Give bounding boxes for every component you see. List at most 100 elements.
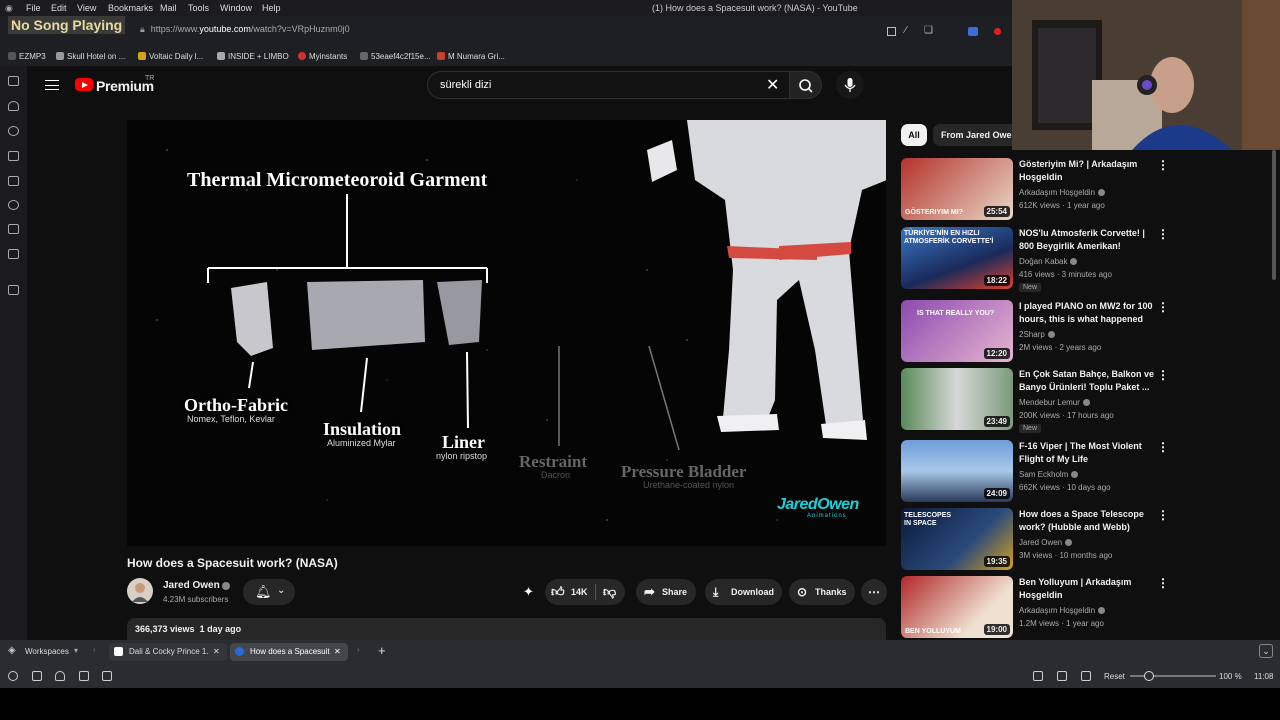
related-title[interactable]: How does a Space Telescope work? (Hubble… (1019, 508, 1159, 534)
hamburger-menu-icon[interactable] (45, 80, 59, 90)
window-panel-icon[interactable] (8, 200, 19, 210)
bookmark-item[interactable]: Skull Hotel on ... (56, 52, 125, 61)
bookmark-item[interactable]: Voltaic Daily l... (138, 52, 203, 61)
related-video[interactable]: 24:09 F-16 Viper | The Most Violent Flig… (901, 440, 1266, 502)
add-panel-icon[interactable] (8, 285, 19, 295)
search-button[interactable] (790, 71, 822, 99)
related-channel[interactable]: Jared Owen (1019, 538, 1073, 547)
more-vertical-icon[interactable]: ⋮ (1157, 368, 1169, 382)
channel-name[interactable]: Jared Owen (163, 580, 220, 591)
vivaldi-menu-icon[interactable]: ◉ (5, 3, 13, 14)
related-title[interactable]: En Çok Satan Bahçe, Balkon ve Banyo Ürün… (1019, 368, 1159, 394)
chip-all[interactable]: All (901, 124, 927, 146)
close-tab-icon[interactable]: ✕ (213, 643, 220, 661)
related-title[interactable]: Gösteriyim Mi? | Arkadaşım Hoşgeldin (1019, 158, 1159, 184)
channel-avatar[interactable] (127, 578, 153, 604)
video-thumbnail[interactable]: IS THAT REALLY YOU? 12:20 (901, 300, 1013, 362)
video-player[interactable]: Thermal Micrometeoroid Garment Ortho-Fab… (127, 120, 886, 546)
mail-panel-icon[interactable] (8, 249, 19, 259)
related-channel[interactable]: 2Sharp (1019, 330, 1055, 339)
video-thumbnail[interactable]: TÜRKİYE'NİN EN HIZLI ATMOSFERİK CORVETTE… (901, 227, 1013, 289)
zoom-slider-handle[interactable] (1144, 671, 1154, 681)
related-title[interactable]: I played PIANO on MW2 for 100 hours, thi… (1019, 300, 1159, 326)
search-input[interactable]: sürekli dizi (440, 79, 491, 91)
reader-view-icon[interactable] (887, 27, 896, 36)
record-icon[interactable] (994, 28, 1001, 35)
menu-tools[interactable]: Tools (188, 3, 209, 13)
tab-item-active[interactable]: How does a Spacesuit ✕ (230, 643, 348, 661)
workspaces-label[interactable]: Workspaces (25, 647, 69, 656)
bookmark-item[interactable]: INSIDE + LIMBO (217, 52, 289, 61)
bookmark-item[interactable]: Myinstants (298, 52, 347, 61)
voice-search-button[interactable] (836, 71, 864, 99)
url-field[interactable]: 🔒︎ https://www.youtube.com/watch?v=VRpHuz… (140, 24, 1010, 42)
tab-item[interactable]: Dali & Cocky Prince 1. ✕ (109, 643, 227, 661)
menu-view[interactable]: View (77, 3, 96, 13)
translate-panel-icon[interactable] (8, 176, 19, 186)
lock-icon[interactable]: 🔒︎ (140, 24, 145, 34)
capture-icon[interactable] (79, 671, 89, 681)
related-channel[interactable]: Sam Eckholm (1019, 470, 1079, 479)
youtube-logo-icon[interactable] (75, 78, 93, 91)
dislike-icon[interactable]: 👎︎ (603, 579, 616, 605)
zoom-slider[interactable] (1130, 671, 1216, 681)
menu-help[interactable]: Help (262, 3, 281, 13)
related-title[interactable]: NOS'lu Atmosferik Corvette! | 800 Beygir… (1019, 227, 1159, 253)
menu-mail[interactable]: Mail (160, 3, 177, 13)
more-vertical-icon[interactable]: ⋮ (1157, 576, 1169, 590)
clear-search-icon[interactable]: ✕ (766, 75, 779, 95)
scrollbar-thumb[interactable] (1272, 150, 1276, 280)
more-vertical-icon[interactable]: ⋮ (1157, 440, 1169, 454)
bookmark-icon[interactable]: ❏ (924, 25, 933, 36)
like-count[interactable]: 14K (571, 579, 588, 605)
bookmarks-panel-icon[interactable] (8, 76, 19, 86)
menu-window[interactable]: Window (220, 3, 252, 13)
page-capture-icon[interactable] (1033, 671, 1043, 681)
related-title[interactable]: F-16 Viper | The Most Violent Flight of … (1019, 440, 1159, 466)
download-button[interactable]: ⤓ Download (705, 579, 782, 605)
tab-list-icon[interactable]: ⌄ (1259, 644, 1273, 658)
panel-toggle-icon[interactable] (32, 671, 42, 681)
more-vertical-icon[interactable]: ⋮ (1157, 508, 1169, 522)
tiling-icon[interactable] (1057, 671, 1067, 681)
extension-icon[interactable] (968, 27, 978, 36)
related-channel[interactable]: Mendebur Lemur (1019, 398, 1090, 407)
menu-edit[interactable]: Edit (51, 3, 67, 13)
bookmark-item[interactable]: M Numara Gri... (437, 52, 505, 61)
description-box[interactable]: 366,373 views 1 day ago (127, 618, 886, 640)
video-thumbnail[interactable]: 24:09 (901, 440, 1013, 502)
thanks-button[interactable]: ⊙ Thanks (789, 579, 855, 605)
notes-panel-icon[interactable] (8, 151, 19, 161)
downloads-panel-icon[interactable] (8, 101, 19, 111)
close-tab-icon[interactable]: ✕ (334, 643, 341, 661)
tab-scroll-left-icon[interactable]: ‹ (93, 645, 96, 654)
menu-bookmarks[interactable]: Bookmarks (108, 3, 153, 13)
video-thumbnail[interactable]: 23:49 (901, 368, 1013, 430)
subscription-bell-button[interactable]: 🔔︎ ⌄ (243, 579, 295, 605)
like-icon[interactable]: 👍︎ (551, 579, 565, 605)
history-panel-icon[interactable] (8, 126, 19, 136)
more-vertical-icon[interactable]: ⋮ (1157, 158, 1169, 172)
bookmark-item[interactable]: 53eaef4c2f15e... (360, 52, 431, 61)
menu-file[interactable]: File (26, 3, 41, 13)
translate-icon[interactable]: ⁄ (905, 25, 907, 36)
workspaces-icon[interactable]: ◈ (8, 645, 16, 656)
chevron-down-icon[interactable]: ▾ (74, 646, 78, 655)
video-thumbnail[interactable]: GÖSTERIYIM MI? 25:54 (901, 158, 1013, 220)
share-button[interactable]: ➦ Share (636, 579, 696, 605)
related-channel[interactable]: Doğan Kabak (1019, 257, 1078, 266)
video-thumbnail[interactable]: TELESCOPES IN SPACE 19:35 (901, 508, 1013, 570)
calendar-icon[interactable] (102, 671, 112, 681)
new-tab-icon[interactable]: + (378, 643, 386, 658)
related-video[interactable]: BEN YOLLUYUM 19:00 Ben Yolluyum | Arkada… (901, 576, 1266, 638)
reading-list-icon[interactable] (8, 224, 19, 234)
sync-cloud-icon[interactable] (55, 671, 65, 681)
related-video[interactable]: GÖSTERIYIM MI? 25:54 Gösteriyim Mi? | Ar… (901, 158, 1266, 220)
related-title[interactable]: Ben Yolluyum | Arkadaşım Hoşgeldin (1019, 576, 1159, 602)
sparkle-icon[interactable]: ✦ (523, 584, 534, 600)
related-video[interactable]: IS THAT REALLY YOU? 12:20 I played PIANO… (901, 300, 1266, 362)
related-channel[interactable]: Arkadaşım Hoşgeldin (1019, 606, 1106, 615)
more-actions-button[interactable]: ⋯ (861, 579, 887, 605)
settings-icon[interactable] (8, 671, 18, 681)
zoom-reset-button[interactable]: Reset (1104, 672, 1125, 681)
